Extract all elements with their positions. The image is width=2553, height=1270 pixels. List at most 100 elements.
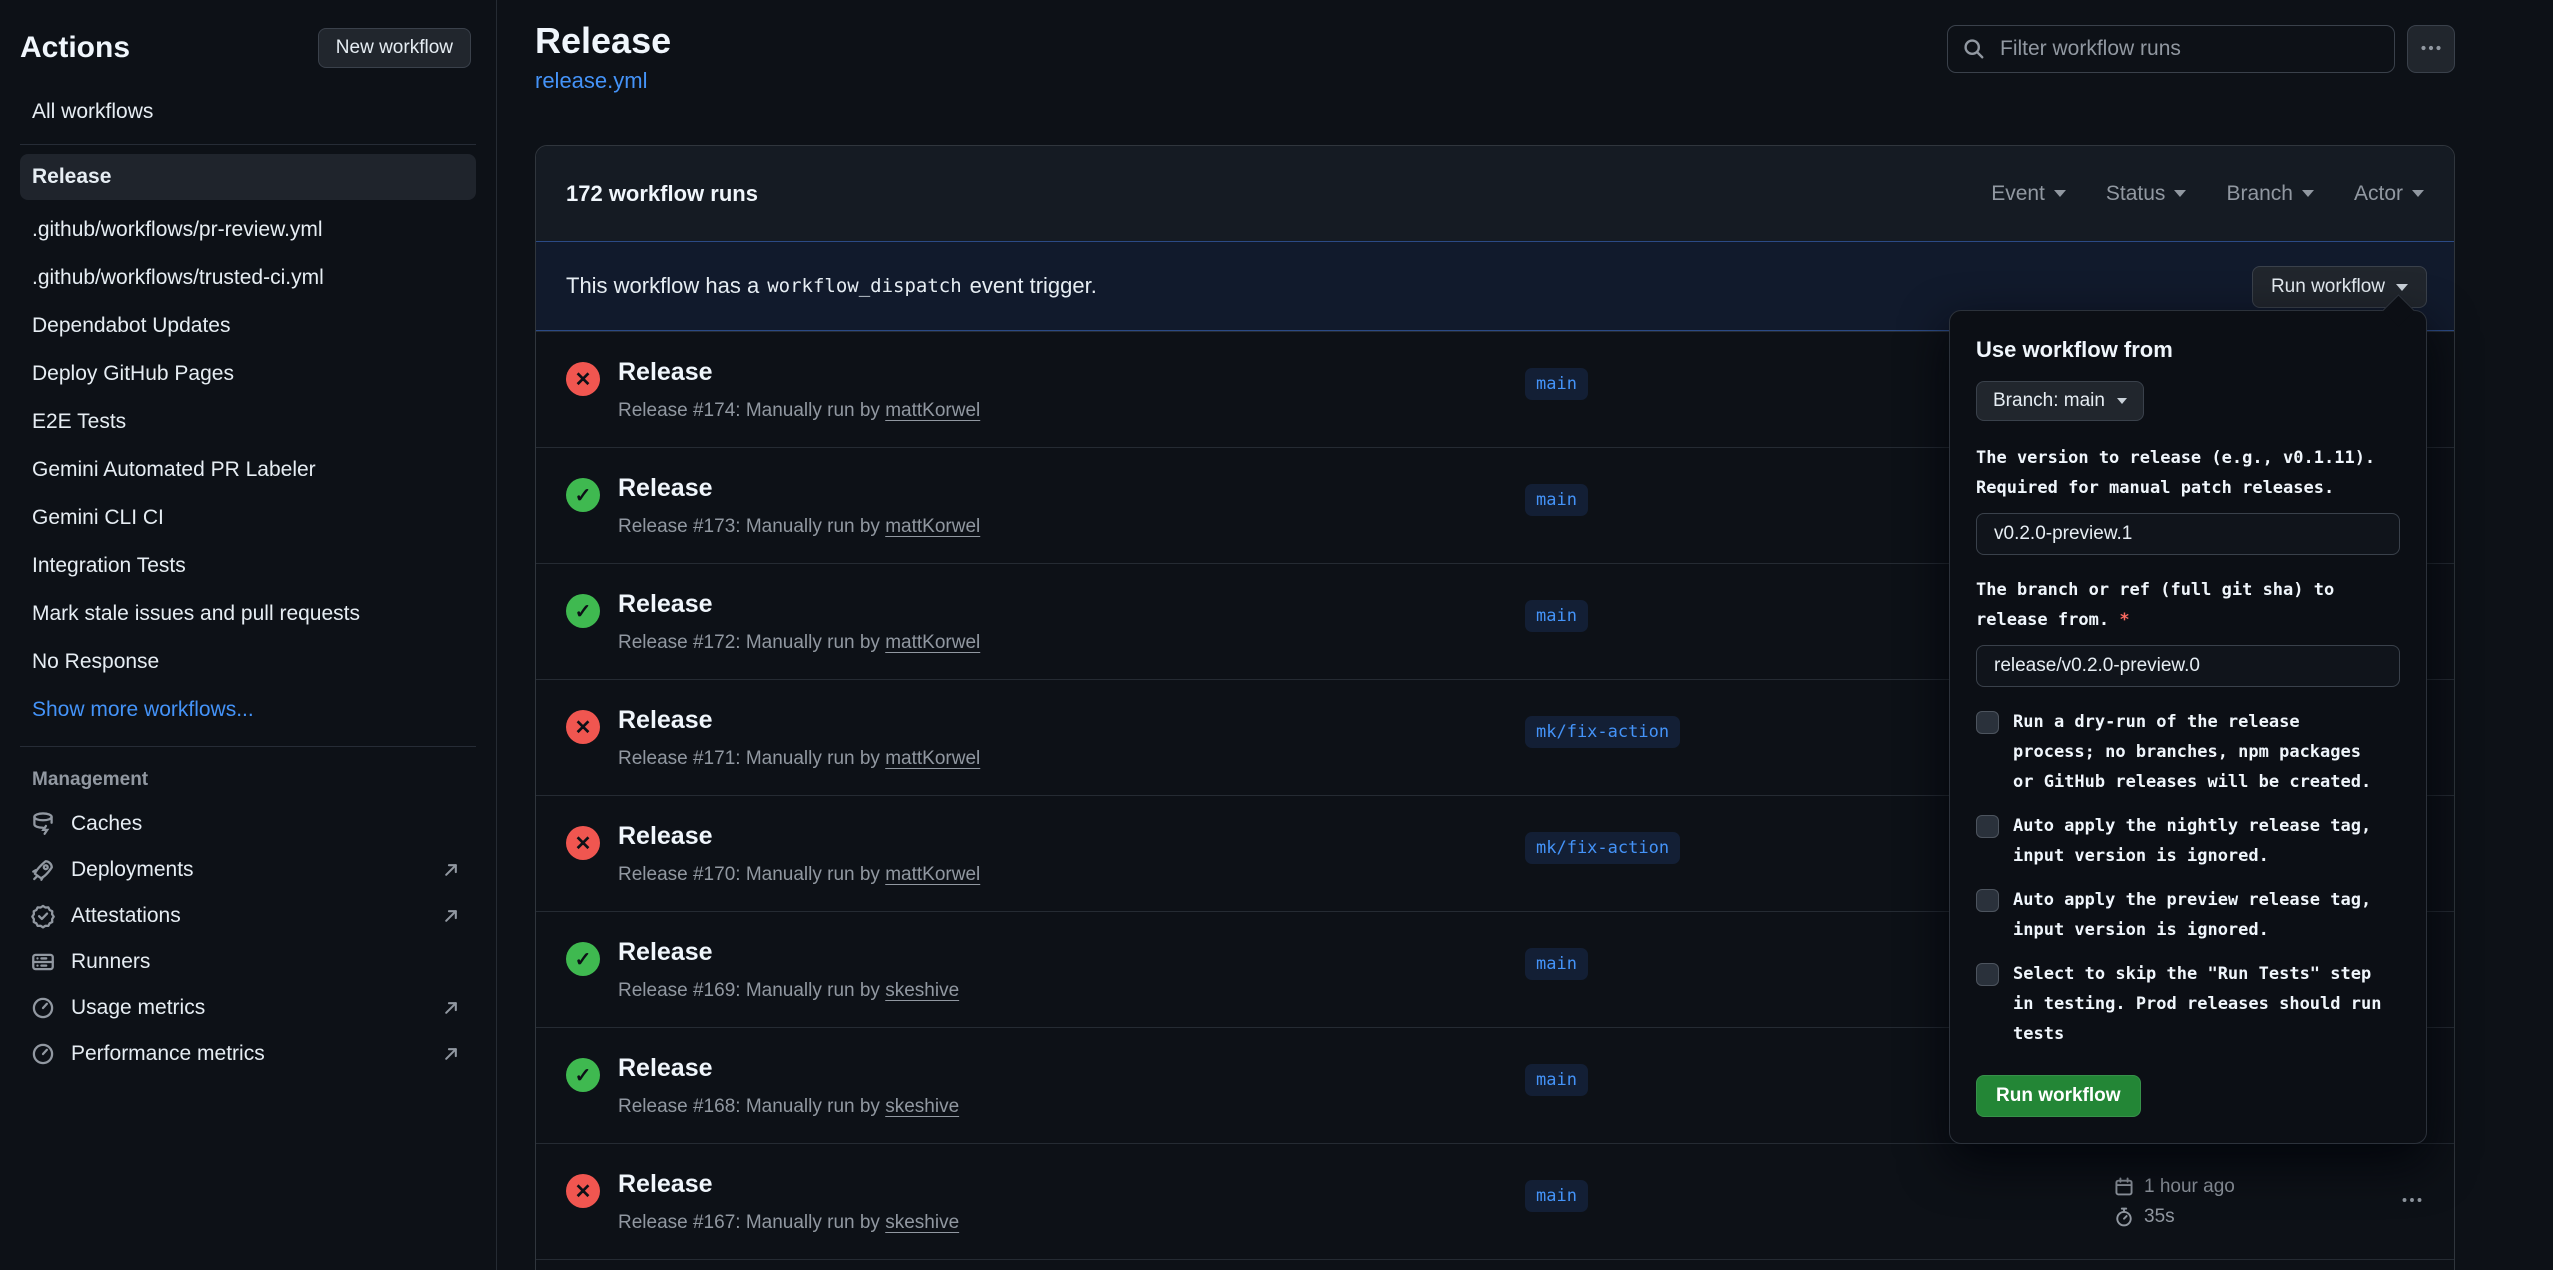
sidebar-workflow-item[interactable]: Dependabot Updates: [20, 302, 476, 350]
run-title-link[interactable]: Release: [618, 590, 1507, 619]
run-title-link[interactable]: Release: [618, 938, 1507, 967]
ref-input-label: The branch or ref (full git sha) to rele…: [1976, 575, 2400, 635]
branch-chip[interactable]: main: [1525, 484, 1588, 516]
run-description-text: Release #168: Manually run by: [618, 1096, 880, 1117]
ref-label-text: The branch or ref (full git sha) to rele…: [1976, 580, 2334, 630]
popover-checkbox-row[interactable]: Run a dry-run of the release process; no…: [1976, 707, 2400, 797]
external-link-icon: [440, 997, 462, 1019]
run-actor-link[interactable]: mattKorwel: [885, 400, 980, 421]
run-status-icon: [566, 1058, 600, 1092]
run-actor-link[interactable]: skeshive: [885, 980, 959, 1001]
checkbox-label: Auto apply the nightly release tag, inpu…: [2013, 811, 2385, 871]
management-item-icon: [30, 949, 56, 975]
workflow-item-label: Deploy GitHub Pages: [32, 362, 234, 386]
run-actor-link[interactable]: skeshive: [885, 1096, 959, 1117]
branch-chip[interactable]: main: [1525, 948, 1588, 980]
new-workflow-button[interactable]: New workflow: [318, 28, 471, 68]
management-item[interactable]: Performance metrics: [20, 1031, 476, 1077]
run-workflow-label: Run workflow: [2271, 276, 2385, 298]
management-item-icon: [30, 857, 56, 883]
branch-chip[interactable]: main: [1525, 600, 1588, 632]
popover-checkbox-row[interactable]: Select to skip the "Run Tests" step in t…: [1976, 959, 2400, 1049]
sidebar-workflow-item[interactable]: Mark stale issues and pull requests: [20, 590, 476, 638]
sidebar-workflow-item[interactable]: Gemini Automated PR Labeler: [20, 446, 476, 494]
workflow-item-label: Dependabot Updates: [32, 314, 231, 338]
run-main: Release Release #168: Manually run by sk…: [618, 1028, 1507, 1143]
branch-chip[interactable]: main: [1525, 1064, 1588, 1096]
sidebar-workflow-item[interactable]: No Response: [20, 638, 476, 686]
calendar-icon: [2113, 1176, 2135, 1198]
external-link-icon: [440, 859, 462, 881]
sidebar-workflow-item[interactable]: Show more workflows...: [20, 686, 476, 734]
run-title-link[interactable]: Release: [618, 706, 1507, 735]
popover-checkbox-row[interactable]: Auto apply the preview release tag, inpu…: [1976, 885, 2400, 945]
management-item-icon: [30, 903, 56, 929]
run-status-icon: [566, 594, 600, 628]
run-title-link[interactable]: Release: [618, 1170, 1507, 1199]
sidebar-workflow-item[interactable]: .github/workflows/trusted-ci.yml: [20, 254, 476, 302]
branch-chip[interactable]: main: [1525, 1180, 1588, 1212]
workflow-file-link[interactable]: release.yml: [535, 68, 647, 94]
popover-checkbox-row[interactable]: Auto apply the nightly release tag, inpu…: [1976, 811, 2400, 871]
filter-runs-input[interactable]: [1947, 25, 2395, 73]
checkbox[interactable]: [1976, 889, 1999, 912]
run-title-link[interactable]: Release: [618, 822, 1507, 851]
workflow-item-label: E2E Tests: [32, 410, 126, 434]
page-kebab-button[interactable]: [2407, 25, 2455, 73]
run-workflow-popover: Use workflow from Branch: main The versi…: [1949, 310, 2427, 1144]
branch-chip[interactable]: main: [1525, 368, 1588, 400]
checkbox[interactable]: [1976, 815, 1999, 838]
checkbox-label: Select to skip the "Run Tests" step in t…: [2013, 959, 2385, 1049]
sidebar-workflow-item[interactable]: Deploy GitHub Pages: [20, 350, 476, 398]
run-title-link[interactable]: Release: [618, 358, 1507, 387]
run-description-text: Release #167: Manually run by: [618, 1212, 880, 1233]
run-actor-link[interactable]: skeshive: [885, 1212, 959, 1233]
management-item-label: Caches: [71, 812, 142, 836]
management-item[interactable]: Caches: [20, 801, 476, 847]
sidebar-workflow-item[interactable]: Release: [20, 154, 476, 200]
management-item[interactable]: Usage metrics: [20, 985, 476, 1031]
filter-dropdown-label: Status: [2106, 182, 2166, 206]
sidebar-workflow-item[interactable]: E2E Tests: [20, 398, 476, 446]
management-item[interactable]: Attestations: [20, 893, 476, 939]
workflow-item-label: Mark stale issues and pull requests: [32, 602, 360, 626]
workflow-run-row[interactable]: Release Release #167: Manually run by sk…: [536, 1143, 2454, 1259]
run-actor-link[interactable]: mattKorwel: [885, 516, 980, 537]
filter-dropdown[interactable]: Event: [1991, 182, 2066, 206]
filter-dropdown[interactable]: Branch: [2226, 182, 2314, 206]
filter-dropdown[interactable]: Status: [2106, 182, 2187, 206]
run-title-link[interactable]: Release: [618, 1054, 1507, 1083]
branch-column: main: [1525, 1144, 2095, 1259]
runs-count: 172 workflow runs: [566, 181, 758, 207]
run-actor-link[interactable]: mattKorwel: [885, 864, 980, 885]
ref-input[interactable]: [1976, 645, 2400, 687]
run-workflow-submit-button[interactable]: Run workflow: [1976, 1075, 2141, 1117]
version-input[interactable]: [1976, 513, 2400, 555]
sidebar-workflow-item[interactable]: .github/workflows/pr-review.yml: [20, 206, 476, 254]
management-item-label: Usage metrics: [71, 996, 205, 1020]
branch-select-button[interactable]: Branch: main: [1976, 381, 2144, 421]
branch-chip[interactable]: mk/fix-action: [1525, 716, 1680, 748]
run-status-icon: [566, 478, 600, 512]
run-time-text: 1 hour ago: [2144, 1176, 2235, 1198]
filter-dropdown-label: Event: [1991, 182, 2045, 206]
sidebar-workflow-item[interactable]: Integration Tests: [20, 542, 476, 590]
run-description: Release #173: Manually run by mattKorwel: [618, 516, 1507, 538]
run-kebab-button[interactable]: [2400, 1188, 2424, 1217]
sidebar-item-all-workflows[interactable]: All workflows: [0, 92, 496, 132]
checkbox[interactable]: [1976, 963, 1999, 986]
checkbox[interactable]: [1976, 711, 1999, 734]
run-description: Release #172: Manually run by mattKorwel: [618, 632, 1507, 654]
management-item-icon: [30, 995, 56, 1021]
management-item[interactable]: Deployments: [20, 847, 476, 893]
management-item[interactable]: Runners: [20, 939, 476, 985]
filter-dropdown[interactable]: Actor: [2354, 182, 2424, 206]
sidebar-workflow-item[interactable]: Gemini CLI CI: [20, 494, 476, 542]
branch-chip[interactable]: mk/fix-action: [1525, 832, 1680, 864]
workflow-item-label: No Response: [32, 650, 159, 674]
run-status-icon: [566, 942, 600, 976]
run-start-time: 1 hour ago: [2113, 1176, 2424, 1198]
run-actor-link[interactable]: mattKorwel: [885, 632, 980, 653]
run-title-link[interactable]: Release: [618, 474, 1507, 503]
run-actor-link[interactable]: mattKorwel: [885, 748, 980, 769]
